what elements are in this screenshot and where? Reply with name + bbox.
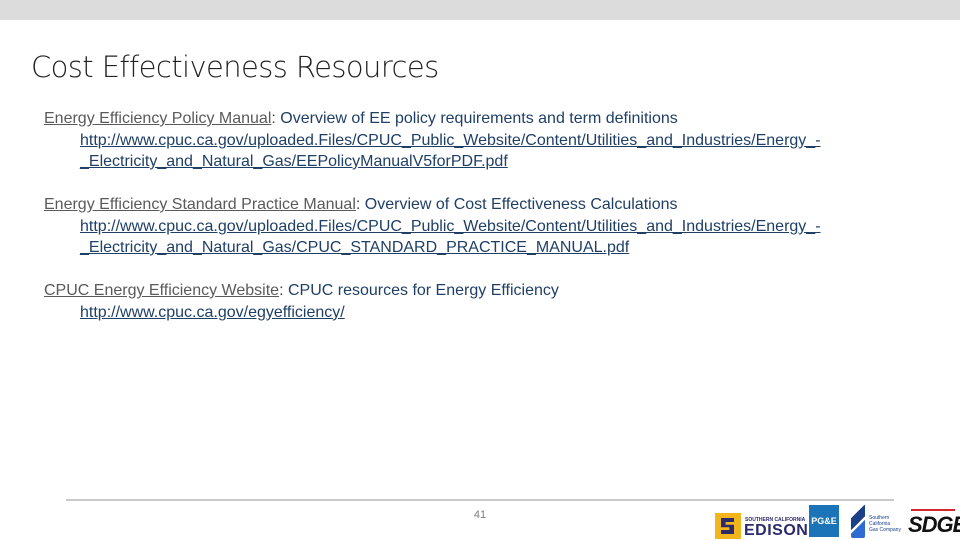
resource-name-link[interactable]: Energy Efficiency Policy Manual [44,110,271,127]
resource-description: Overview of Cost Effectiveness Calculati… [360,196,678,213]
socalgas-logo-icon [851,504,865,538]
resource-name-link[interactable]: CPUC Energy Efficiency Website [44,282,279,299]
resource-description: CPUC resources for Energy Efficiency [283,282,559,299]
resource-url-link[interactable]: http://www.cpuc.ca.gov/uploaded.Files/CP… [80,130,924,173]
resource-url-line: http://www.cpuc.ca.gov/uploaded.Files/CP… [80,131,821,149]
resource-url-line: http://www.cpuc.ca.gov/uploaded.Files/CP… [80,217,821,235]
resource-description: Overview of EE policy requirements and t… [275,110,678,127]
page-number: 41 [473,509,487,521]
resource-url-line: _Electricity_and_Natural_Gas/EEPolicyMan… [80,153,508,170]
resource-name-link[interactable]: Energy Efficiency Standard Practice Manu… [44,196,356,213]
resource-heading: Energy Efficiency Policy Manual: Overvie… [44,108,924,130]
socalgas-logo-text: Southern California Gas Company [869,515,901,533]
sdge-logo-text: SDGE [908,512,960,537]
footer-divider [66,499,894,501]
resource-heading: Energy Efficiency Standard Practice Manu… [44,194,924,216]
sdge-logo-bar [911,509,955,511]
pge-logo-text: PG&E [811,516,837,526]
resource-entry: Energy Efficiency Policy Manual: Overvie… [44,108,924,173]
sce-logo-text: EDISON [744,522,809,539]
top-band [0,0,960,20]
resource-entry: CPUC Energy Efficiency Website: CPUC res… [44,280,924,323]
resource-url-link[interactable]: http://www.cpuc.ca.gov/egyefficiency/ [80,302,924,324]
sce-logo-icon [715,513,741,539]
resource-entry: Energy Efficiency Standard Practice Manu… [44,194,924,259]
resource-heading: CPUC Energy Efficiency Website: CPUC res… [44,280,924,302]
resource-url-line: _Electricity_and_Natural_Gas/CPUC_STANDA… [80,239,630,256]
resource-list: Energy Efficiency Policy Manual: Overvie… [44,108,924,323]
resource-url-link[interactable]: http://www.cpuc.ca.gov/uploaded.Files/CP… [80,216,924,259]
slide-title: Cost Effectiveness Resources [31,50,439,84]
resource-url-line: http://www.cpuc.ca.gov/egyefficiency/ [80,303,345,321]
